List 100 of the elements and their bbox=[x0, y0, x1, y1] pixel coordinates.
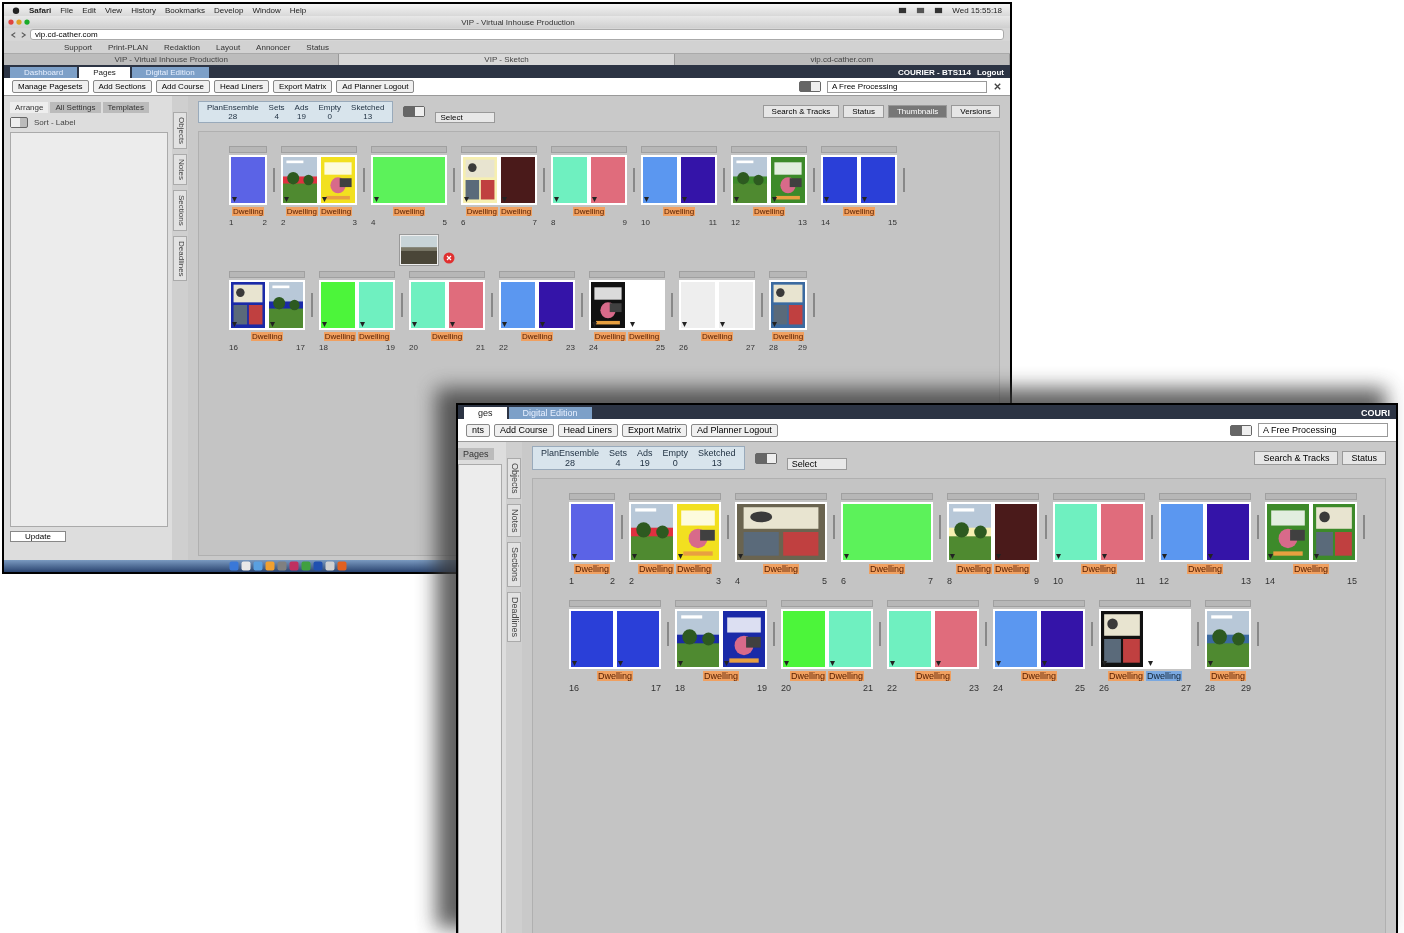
menu-item[interactable]: Bookmarks bbox=[165, 5, 206, 15]
status-label[interactable]: Dwelling bbox=[869, 564, 905, 574]
side-tab[interactable]: Sections bbox=[173, 190, 187, 231]
status-label[interactable]: Dwelling bbox=[1108, 671, 1144, 681]
menu-item[interactable]: Edit bbox=[82, 5, 96, 15]
status-label[interactable]: Dwelling bbox=[790, 671, 826, 681]
status-label[interactable]: Dwelling bbox=[320, 207, 353, 216]
status-label[interactable]: Dwelling bbox=[628, 332, 661, 341]
status-label[interactable]: Dwelling bbox=[465, 207, 498, 216]
toolbar-button[interactable]: Export Matrix bbox=[273, 80, 333, 93]
page-number: 9 bbox=[622, 218, 627, 227]
menu-item[interactable]: History bbox=[131, 5, 156, 15]
status-label[interactable]: Dwelling bbox=[1293, 564, 1329, 574]
browser-tab[interactable]: VIP - Sketch bbox=[339, 54, 675, 65]
status-label[interactable]: Dwelling bbox=[915, 671, 951, 681]
status-label[interactable]: Dwelling bbox=[662, 207, 696, 216]
search-field[interactable]: A Free Processing bbox=[1258, 423, 1388, 437]
toolbar-button[interactable]: Ad Planner Logout bbox=[336, 80, 415, 93]
toolbar-button[interactable]: Head Liners bbox=[213, 80, 270, 93]
status-label[interactable]: Dwelling bbox=[676, 564, 712, 574]
filter-dropdown[interactable]: Select bbox=[435, 112, 496, 123]
menu-item[interactable]: Help bbox=[289, 5, 307, 15]
view-button[interactable]: Search & Tracks bbox=[762, 105, 840, 118]
menu-item[interactable]: Safari bbox=[29, 5, 52, 15]
page-number: 16 bbox=[569, 683, 579, 693]
page-number: 10 bbox=[1053, 576, 1063, 586]
status-label[interactable]: Dwelling bbox=[1021, 671, 1057, 681]
status-label[interactable]: Dwelling bbox=[1187, 564, 1223, 574]
toolbar-button[interactable]: Add Course bbox=[494, 423, 554, 437]
status-label[interactable]: Dwelling bbox=[231, 207, 265, 216]
status-label[interactable]: Dwelling bbox=[285, 207, 318, 216]
bookmark-link[interactable]: Annoncer bbox=[256, 42, 291, 52]
status-label[interactable]: Dwelling bbox=[358, 332, 391, 341]
bookmark-link[interactable]: Redaktion bbox=[164, 42, 201, 52]
status-label[interactable]: Dwelling bbox=[500, 207, 533, 216]
view-button[interactable]: Search & Tracks bbox=[1254, 451, 1339, 465]
status-label[interactable]: Dwelling bbox=[842, 207, 876, 216]
bookmark-link[interactable]: Support bbox=[64, 42, 93, 52]
side-tab[interactable]: Deadlines bbox=[173, 235, 187, 282]
toolbar-button[interactable]: Export Matrix bbox=[622, 423, 688, 437]
status-label[interactable]: Dwelling bbox=[752, 207, 786, 216]
address-field[interactable]: vip.cd-cather.com bbox=[30, 29, 1004, 40]
status-label[interactable]: Dwelling bbox=[828, 671, 864, 681]
toolbar-button[interactable]: Head Liners bbox=[557, 423, 619, 437]
status-label[interactable]: Dwelling bbox=[520, 332, 554, 341]
menu-item[interactable]: View bbox=[104, 5, 123, 15]
status-label[interactable]: Dwelling bbox=[763, 564, 799, 574]
toolbar-button[interactable]: Ad Planner Logout bbox=[691, 423, 778, 437]
toolbar-button[interactable]: Add Sections bbox=[92, 80, 152, 93]
bookmark-link[interactable]: Layout bbox=[216, 42, 241, 52]
panel-tab[interactable]: Pages bbox=[458, 448, 494, 460]
side-tab[interactable]: Notes bbox=[507, 503, 521, 538]
filter-dropdown[interactable]: Select bbox=[786, 458, 847, 470]
status-label[interactable]: Dwelling bbox=[1146, 671, 1182, 681]
status-label[interactable]: Dwelling bbox=[572, 207, 606, 216]
nav-tab[interactable]: Pages bbox=[79, 67, 130, 78]
page-number: 24 bbox=[993, 683, 1003, 693]
toolbar-button[interactable]: Add Course bbox=[155, 80, 210, 93]
toolbar-button[interactable]: nts bbox=[466, 423, 490, 437]
status-label[interactable]: Dwelling bbox=[1210, 671, 1246, 681]
status-label[interactable]: Dwelling bbox=[597, 671, 633, 681]
side-tab[interactable]: Objects bbox=[507, 458, 521, 499]
status-label[interactable]: Dwelling bbox=[574, 564, 610, 574]
panel-tab[interactable]: Arrange bbox=[10, 102, 49, 113]
view-button[interactable]: Status bbox=[843, 105, 884, 118]
status-label[interactable]: Dwelling bbox=[956, 564, 992, 574]
bookmark-link[interactable]: Print-PLAN bbox=[108, 42, 149, 52]
status-label[interactable]: Dwelling bbox=[994, 564, 1030, 574]
panel-tab[interactable]: Templates bbox=[102, 102, 149, 113]
side-tab[interactable]: Notes bbox=[173, 154, 187, 186]
menu-item[interactable]: Window bbox=[252, 5, 281, 15]
status-label[interactable]: Dwelling bbox=[1081, 564, 1117, 574]
toolbar-button[interactable]: Manage Pagesets bbox=[12, 80, 89, 93]
status-label[interactable]: Dwelling bbox=[250, 332, 284, 341]
panel-tab[interactable]: All Settings bbox=[50, 102, 101, 113]
page-number: 9 bbox=[1034, 576, 1039, 586]
status-label[interactable]: Dwelling bbox=[638, 564, 674, 574]
side-tab[interactable]: Sections bbox=[507, 542, 521, 587]
view-button[interactable]: Versions bbox=[951, 105, 1000, 118]
page-number: 3 bbox=[716, 576, 721, 586]
status-label[interactable]: Dwelling bbox=[430, 332, 464, 341]
page-number: 25 bbox=[656, 343, 665, 352]
status-label[interactable]: Dwelling bbox=[323, 332, 356, 341]
side-tab[interactable]: Objects bbox=[173, 112, 187, 150]
bookmark-link[interactable]: Status bbox=[306, 42, 330, 52]
status-label[interactable]: Dwelling bbox=[392, 207, 426, 216]
search-field[interactable]: A Free Processing bbox=[827, 80, 987, 93]
view-button[interactable]: Status bbox=[1342, 451, 1386, 465]
nav-tab[interactable]: ges bbox=[464, 407, 507, 419]
page-number: 18 bbox=[675, 683, 685, 693]
menu-item[interactable]: Develop bbox=[214, 5, 244, 15]
view-button[interactable]: Thumbnails bbox=[887, 105, 948, 118]
status-label[interactable]: Dwelling bbox=[593, 332, 626, 341]
menu-item[interactable]: File bbox=[60, 5, 74, 15]
status-label[interactable]: Dwelling bbox=[703, 671, 739, 681]
logout-link[interactable]: Logout bbox=[976, 68, 1004, 77]
status-label[interactable]: Dwelling bbox=[700, 332, 734, 341]
status-label[interactable]: Dwelling bbox=[771, 332, 805, 341]
update-button[interactable]: Update bbox=[10, 531, 66, 542]
side-tab[interactable]: Deadlines bbox=[507, 591, 521, 642]
